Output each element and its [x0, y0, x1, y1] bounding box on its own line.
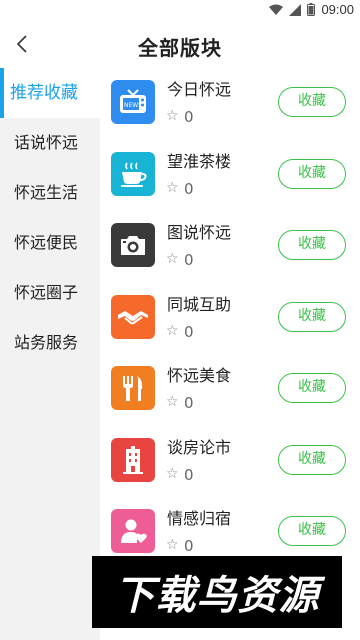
handshake-icon	[111, 294, 155, 339]
battery-icon	[307, 3, 316, 16]
list-item[interactable]: 怀远美食 ☆ 0 收藏	[100, 354, 360, 426]
board-name: 怀远美食	[167, 366, 232, 385]
favorite-count: 0	[184, 322, 194, 341]
star-icon: ☆	[166, 251, 179, 267]
list-item[interactable]: NEWS 今日怀远 ☆ 0 收藏	[100, 68, 360, 140]
board-list: NEWS 今日怀远 ☆ 0 收藏 望淮茶楼 ☆ 0 收藏 图说怀远 ☆ 0 收藏…	[100, 68, 360, 640]
favorite-button[interactable]: 收藏	[278, 516, 346, 546]
sidebar-item-recommended[interactable]: 推荐收藏	[0, 68, 100, 118]
camera-icon	[111, 223, 155, 267]
person-heart-icon	[111, 509, 155, 553]
status-icons: 09:00	[269, 2, 354, 17]
favorite-button[interactable]: 收藏	[278, 301, 346, 332]
list-item[interactable]: 图说怀远 ☆ 0 收藏	[100, 211, 360, 283]
board-name: 今日怀远	[167, 80, 232, 99]
status-time: 09:00	[321, 2, 354, 17]
favorite-button[interactable]: 收藏	[278, 444, 346, 475]
signal-icon	[289, 3, 302, 16]
favorite-count: 0	[184, 251, 194, 269]
favorite-count: 0	[184, 179, 194, 198]
svg-text:NEWS: NEWS	[124, 102, 142, 109]
star-icon: ☆	[166, 465, 179, 482]
favorite-button[interactable]: 收藏	[278, 158, 346, 189]
sidebar-item-site-service[interactable]: 站务服务	[0, 318, 100, 368]
app-header: 全部版块	[0, 20, 360, 68]
sidebar-item-circle[interactable]: 怀远圈子	[0, 268, 100, 318]
favorite-count: 0	[184, 537, 194, 555]
favorite-count: 0	[184, 108, 194, 126]
tv-news-icon: NEWS	[111, 80, 155, 124]
favorite-count: 0	[184, 394, 194, 412]
board-name: 谈房论市	[167, 437, 232, 457]
list-item[interactable]: 谈房论市 ☆ 0 收藏	[100, 426, 360, 498]
sidebar-item-convenience[interactable]: 怀远便民	[0, 218, 100, 268]
building-icon	[111, 437, 155, 482]
favorite-count: 0	[184, 465, 194, 484]
sidebar-item-life[interactable]: 怀远生活	[0, 168, 100, 218]
board-name: 图说怀远	[167, 223, 232, 242]
watermark-text: 下载鸟资源	[114, 573, 320, 619]
board-name: 同城互助	[167, 294, 232, 314]
list-item[interactable]: 同城互助 ☆ 0 收藏	[100, 283, 360, 355]
favorite-button[interactable]: 收藏	[278, 230, 346, 260]
teacup-icon	[111, 151, 155, 196]
list-item[interactable]: 望淮茶楼 ☆ 0 收藏	[100, 140, 360, 212]
page-title: 全部版块	[138, 36, 222, 60]
board-name: 情感归宿	[167, 509, 232, 528]
fork-knife-icon	[111, 366, 155, 410]
board-name: 望淮茶楼	[167, 151, 232, 171]
status-bar: 09:00	[0, 0, 360, 20]
star-icon: ☆	[166, 394, 179, 410]
favorite-button[interactable]: 收藏	[278, 373, 346, 403]
wifi-icon	[269, 4, 284, 15]
category-sidebar: 推荐收藏 话说怀远 怀远生活 怀远便民 怀远圈子 站务服务	[0, 68, 100, 640]
watermark-banner: 下载鸟资源	[92, 556, 342, 628]
favorite-button[interactable]: 收藏	[278, 87, 346, 117]
sidebar-item-huashuo[interactable]: 话说怀远	[0, 118, 100, 168]
star-icon: ☆	[166, 179, 179, 196]
star-icon: ☆	[166, 537, 179, 553]
star-icon: ☆	[166, 322, 179, 339]
star-icon: ☆	[166, 108, 179, 124]
